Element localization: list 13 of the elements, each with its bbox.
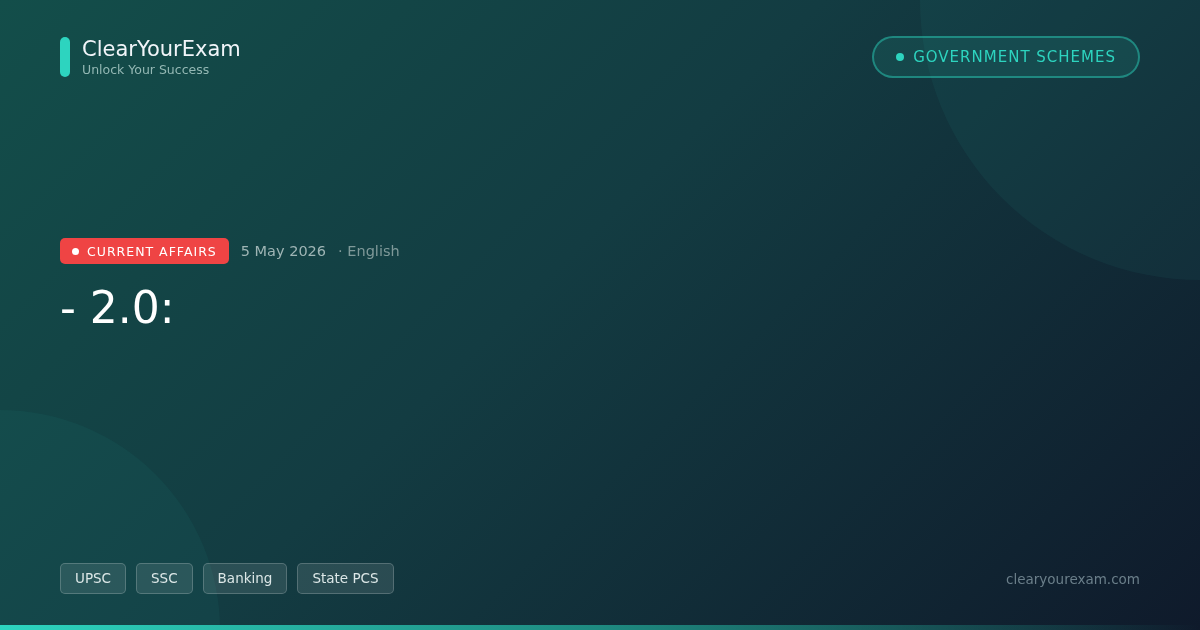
category-pill: GOVERNMENT SCHEMES (872, 36, 1140, 78)
exam-tag: SSC (136, 563, 193, 594)
language-text: · English (338, 243, 400, 259)
headline: - 2.0: (60, 281, 176, 335)
accent-bar (60, 37, 70, 77)
exam-tag: Banking (202, 563, 288, 594)
site-url: clearyourexam.com (1006, 570, 1140, 587)
exam-tag: State PCS (297, 563, 394, 594)
brand-tagline: Unlock Your Success (82, 62, 211, 78)
date-text: 5 May 2026 (240, 243, 327, 259)
category-badge: CURRENT AFFAIRS (60, 238, 229, 264)
brand-name: ClearYourExam (82, 36, 241, 62)
exam-tag: UPSC (60, 563, 127, 594)
